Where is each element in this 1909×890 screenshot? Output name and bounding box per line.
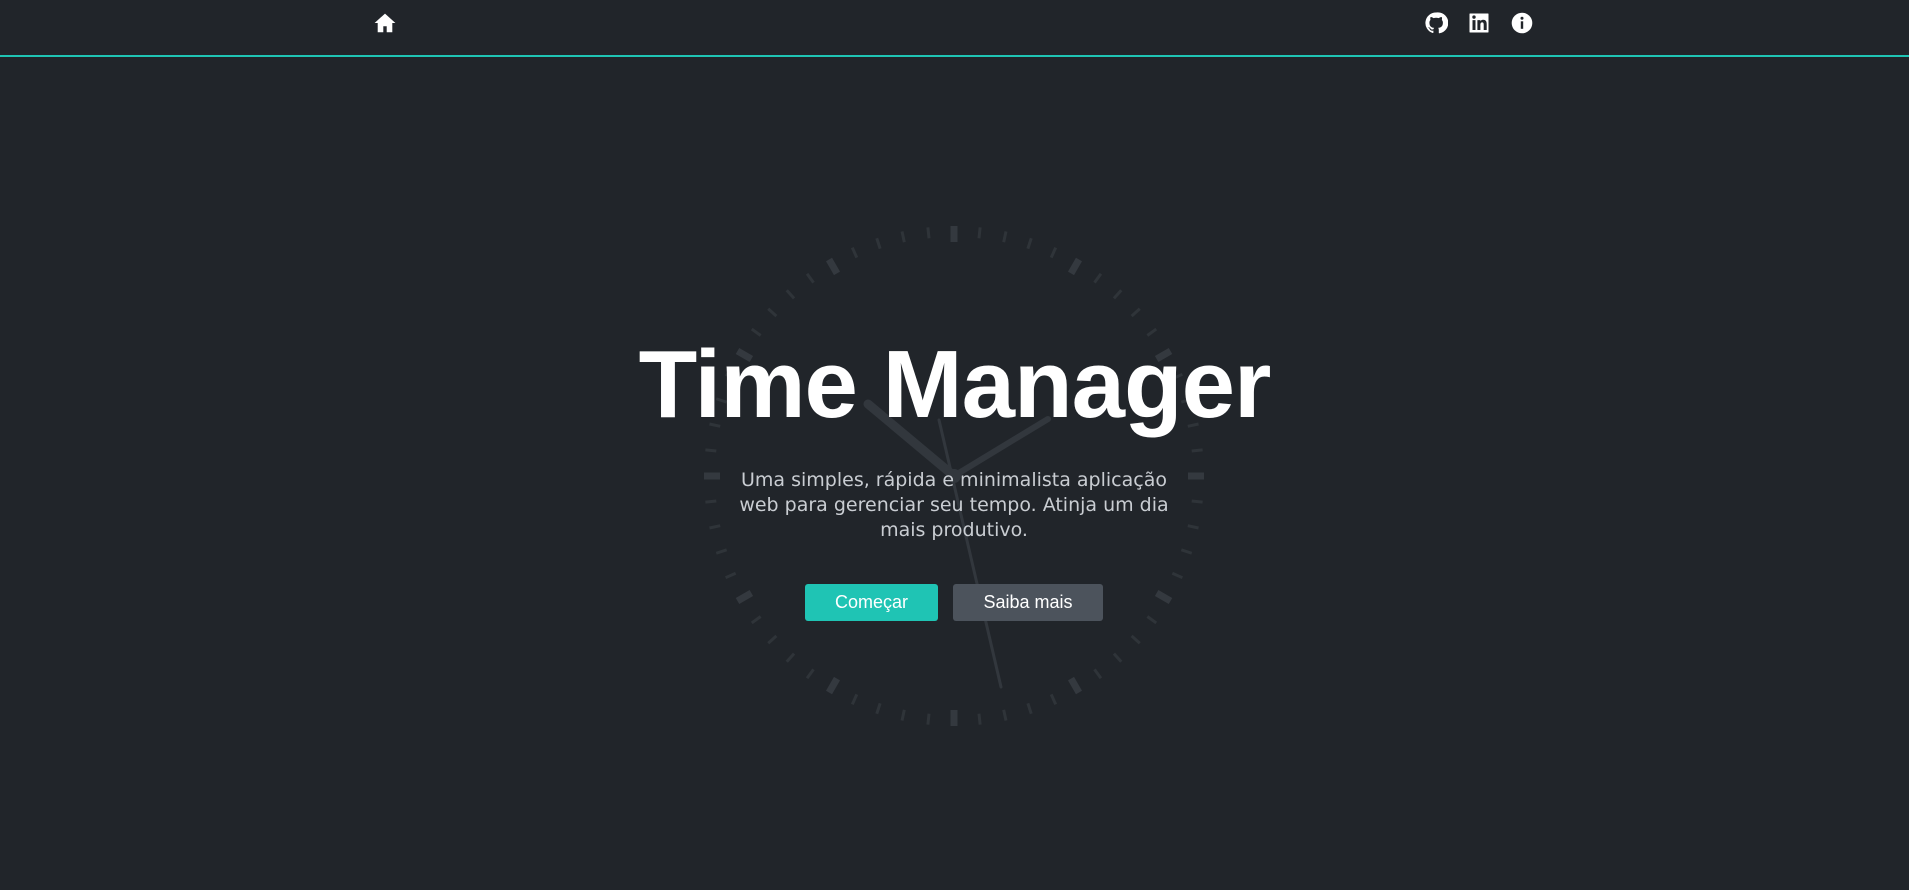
page-title: Time Manager: [638, 331, 1272, 438]
clock-tick: [750, 615, 762, 625]
clock-tick: [1112, 289, 1123, 300]
clock-tick: [875, 702, 882, 715]
clock-tick: [1002, 709, 1008, 721]
clock-tick: [1093, 272, 1103, 284]
top-navbar: [0, 0, 1909, 57]
clock-tick: [705, 499, 717, 504]
home-icon[interactable]: [373, 11, 397, 35]
clock-tick: [715, 548, 728, 555]
clock-tick: [1067, 676, 1083, 695]
clock-tick: [785, 652, 796, 663]
clock-tick: [705, 448, 717, 453]
clock-tick: [1026, 702, 1033, 715]
clock-tick: [1112, 652, 1123, 663]
hero-subtitle: Uma simples, rápida e minimalista aplica…: [739, 469, 1169, 541]
clock-tick: [1187, 524, 1199, 530]
clock-tick: [900, 709, 906, 721]
linkedin-icon[interactable]: [1467, 11, 1491, 35]
clock-tick: [926, 227, 931, 239]
info-icon[interactable]: [1510, 11, 1534, 35]
clock-tick: [1171, 571, 1183, 580]
start-button[interactable]: Começar: [805, 584, 938, 621]
clock-tick: [1049, 247, 1058, 259]
clock-tick: [977, 713, 982, 725]
clock-tick: [1130, 307, 1141, 318]
clock-tick: [1154, 589, 1173, 605]
clock-tick: [709, 524, 721, 530]
clock-tick: [767, 307, 778, 318]
clock-tick: [767, 634, 778, 645]
clock-tick: [1130, 634, 1141, 645]
clock-tick: [900, 231, 906, 243]
clock-tick: [825, 676, 841, 695]
clock-tick: [1002, 231, 1008, 243]
clock-tick: [785, 289, 796, 300]
clock-tick: [825, 257, 841, 276]
clock-tick: [805, 272, 815, 284]
clock-tick: [1191, 448, 1203, 453]
clock-tick: [1093, 668, 1103, 680]
clock-tick: [735, 589, 754, 605]
clock-tick: [1067, 257, 1083, 276]
clock-tick: [805, 668, 815, 680]
clock-tick: [1180, 548, 1193, 555]
clock-tick: [850, 247, 859, 259]
clock-tick: [1049, 693, 1058, 705]
clock-tick: [1191, 499, 1203, 504]
clock-tick: [977, 227, 982, 239]
learn-more-button[interactable]: Saiba mais: [953, 584, 1103, 621]
github-icon[interactable]: [1424, 11, 1448, 35]
clock-tick: [875, 237, 882, 250]
clock-second-hand: [937, 418, 1003, 689]
clock-tick: [926, 713, 931, 725]
clock-tick: [1146, 615, 1158, 625]
clock-tick: [1026, 237, 1033, 250]
clock-tick: [850, 693, 859, 705]
clock-tick: [725, 571, 737, 580]
